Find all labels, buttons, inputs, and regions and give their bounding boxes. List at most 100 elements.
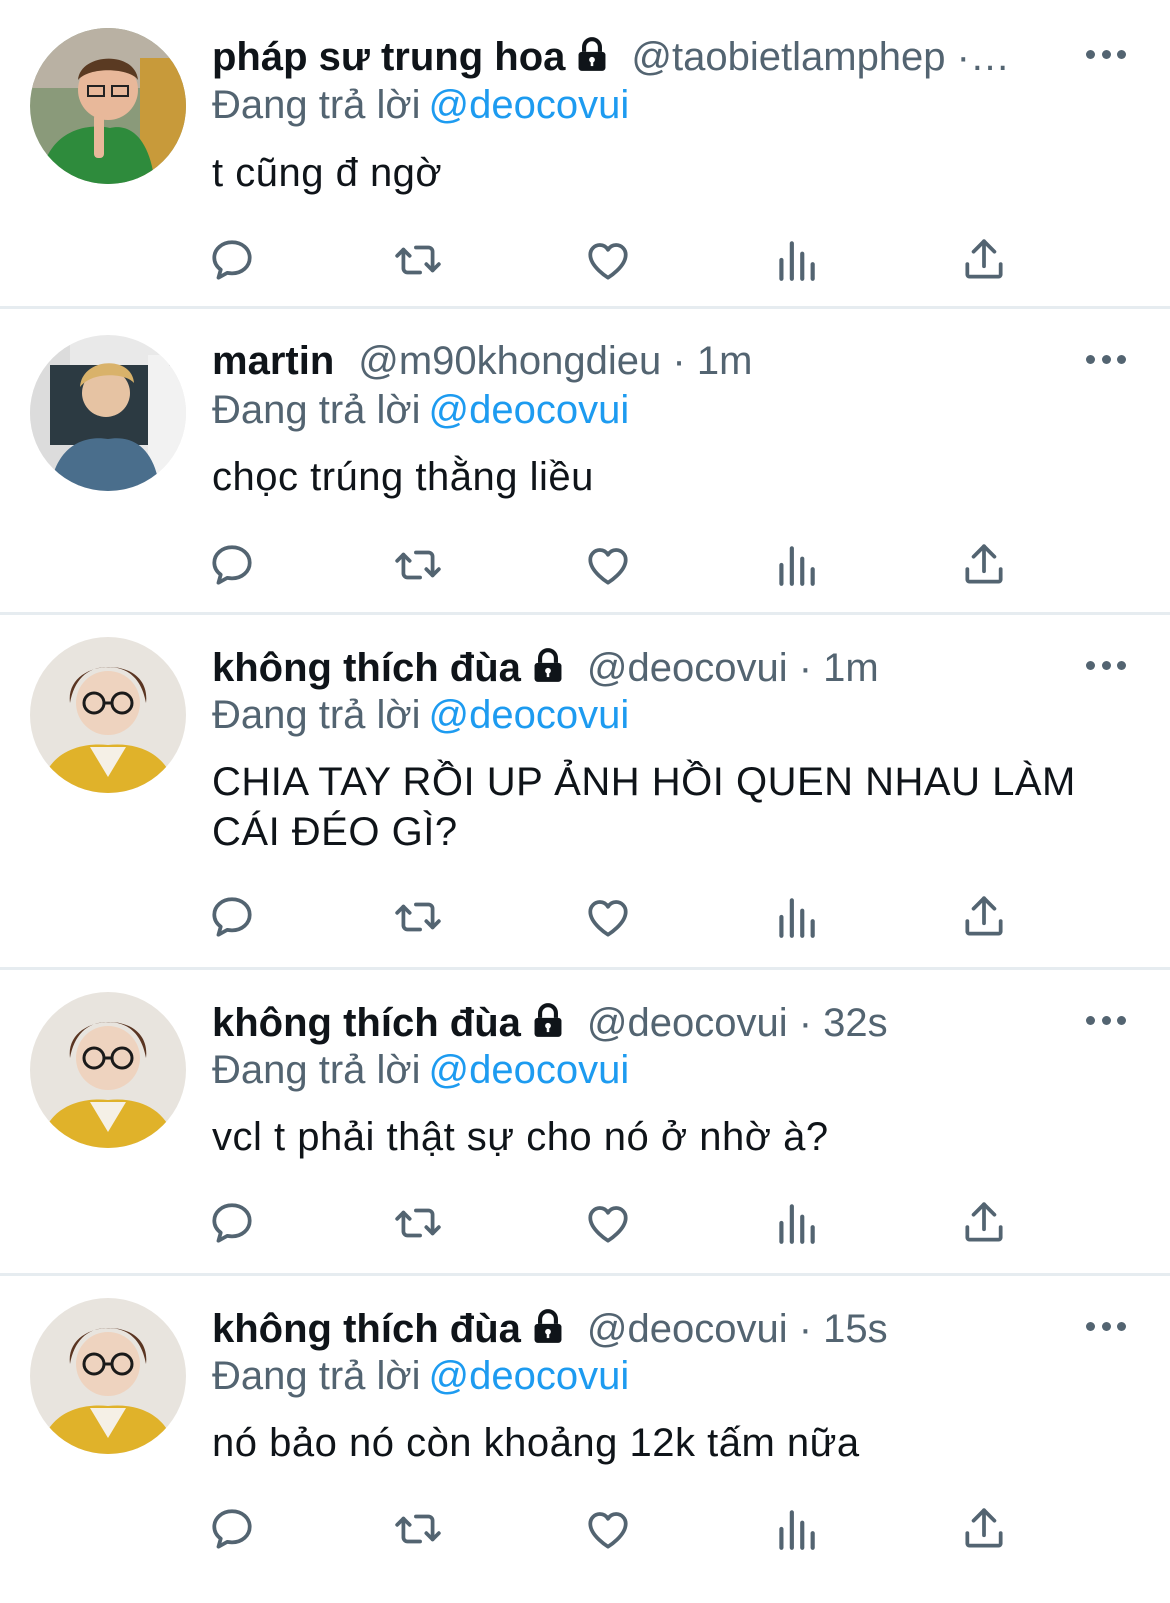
avatar[interactable] [30, 992, 186, 1148]
like-icon [583, 892, 633, 942]
reply-context: Đang trả lời @deocovui [212, 1045, 629, 1095]
more-options-button[interactable] [1086, 48, 1126, 60]
display-name[interactable]: không thích đùa [212, 1001, 521, 1045]
reply-button[interactable] [206, 539, 258, 591]
timestamp[interactable]: · 1m [672, 339, 752, 383]
user-handle[interactable]: @deocovui [587, 1001, 788, 1045]
views-button[interactable] [770, 234, 822, 286]
tweet-item[interactable]: không thích đùa @deocovui · 32s Đang trả … [0, 970, 1170, 1276]
like-button[interactable] [582, 234, 634, 286]
reply-icon [207, 540, 257, 590]
reply-prefix: Đang trả lời [212, 693, 421, 737]
action-bar [212, 234, 1032, 286]
avatar[interactable] [30, 1298, 186, 1454]
retweet-icon [393, 1504, 443, 1554]
dot-icon [1101, 1015, 1111, 1025]
like-button[interactable] [582, 1197, 634, 1249]
like-button[interactable] [582, 1503, 634, 1555]
views-icon [771, 540, 821, 590]
reply-mention-link[interactable]: @deocovui [429, 388, 630, 432]
timestamp[interactable]: · 1m [799, 646, 879, 690]
share-button[interactable] [958, 1197, 1010, 1249]
share-button[interactable] [958, 234, 1010, 286]
reply-mention-link[interactable]: @deocovui [429, 1048, 630, 1092]
like-button[interactable] [582, 539, 634, 591]
retweet-button[interactable] [392, 1503, 444, 1555]
dot-icon [1086, 354, 1095, 364]
user-handle[interactable]: @m90khongdieu [358, 339, 661, 383]
reply-icon [207, 892, 257, 942]
user-handle[interactable]: @taobietlamphep ·… [631, 35, 1010, 79]
more-options-button[interactable] [1086, 353, 1126, 365]
reply-icon [207, 1504, 257, 1554]
reply-context: Đang trả lời @deocovui [212, 80, 629, 130]
lock-icon [529, 1002, 567, 1040]
share-button[interactable] [958, 891, 1010, 943]
more-options-button[interactable] [1086, 659, 1126, 671]
share-button[interactable] [958, 1503, 1010, 1555]
dot-icon [1117, 49, 1126, 59]
avatar[interactable] [30, 335, 186, 491]
user-handle[interactable]: @deocovui [587, 1307, 788, 1351]
action-bar [212, 539, 1032, 591]
reply-mention-link[interactable]: @deocovui [429, 1354, 630, 1398]
dot-icon [1101, 49, 1111, 59]
timestamp[interactable]: · 32s [799, 1001, 888, 1045]
retweet-button[interactable] [392, 539, 444, 591]
views-button[interactable] [770, 1197, 822, 1249]
views-icon [771, 235, 821, 285]
more-options-button[interactable] [1086, 1320, 1126, 1332]
tweet-text: CHIA TAY RỒI UP ẢNH HỒI QUEN NHAU LÀM CÁ… [212, 760, 1076, 854]
avatar[interactable] [30, 28, 186, 184]
dot-icon [1086, 660, 1095, 670]
like-icon [583, 1504, 633, 1554]
reply-icon [207, 235, 257, 285]
avatar-image [30, 335, 186, 491]
reply-icon [207, 1198, 257, 1248]
tweet-text: t cũng đ ngờ [212, 151, 443, 195]
reply-button[interactable] [206, 234, 258, 286]
lock-icon [573, 36, 611, 74]
share-icon [959, 540, 1009, 590]
views-icon [771, 1504, 821, 1554]
avatar-image [30, 1298, 186, 1454]
display-name[interactable]: martin [212, 339, 334, 383]
reply-button[interactable] [206, 891, 258, 943]
retweet-icon [393, 235, 443, 285]
dot-icon [1086, 1321, 1095, 1331]
retweet-button[interactable] [392, 891, 444, 943]
views-button[interactable] [770, 891, 822, 943]
reply-prefix: Đang trả lời [212, 1048, 421, 1092]
display-name[interactable]: không thích đùa [212, 1307, 521, 1351]
share-button[interactable] [958, 539, 1010, 591]
like-button[interactable] [582, 891, 634, 943]
tweet-item[interactable]: martin @m90khongdieu · 1m Đang trả lời @de… [0, 309, 1170, 615]
reply-mention-link[interactable]: @deocovui [429, 693, 630, 737]
display-name[interactable]: pháp sư trung hoa [212, 35, 565, 79]
retweet-icon [393, 1198, 443, 1248]
retweet-icon [393, 540, 443, 590]
reply-button[interactable] [206, 1197, 258, 1249]
more-options-button[interactable] [1086, 1014, 1126, 1026]
dot-icon [1101, 354, 1111, 364]
tweet-item[interactable]: pháp sư trung hoa @taobietlamphep ·… Đang… [0, 0, 1170, 309]
avatar-image [30, 992, 186, 1148]
views-button[interactable] [770, 539, 822, 591]
user-handle[interactable]: @deocovui [587, 646, 788, 690]
avatar-image [30, 637, 186, 793]
tweet-item[interactable]: không thích đùa @deocovui · 15s Đang trả … [0, 1276, 1170, 1603]
timestamp[interactable]: · 15s [799, 1307, 888, 1351]
tweet-text: chọc trúng thằng liều [212, 455, 594, 499]
retweet-button[interactable] [392, 1197, 444, 1249]
views-button[interactable] [770, 1503, 822, 1555]
views-icon [771, 892, 821, 942]
dot-icon [1101, 660, 1111, 670]
display-name[interactable]: không thích đùa [212, 646, 521, 690]
reply-button[interactable] [206, 1503, 258, 1555]
like-icon [583, 540, 633, 590]
avatar[interactable] [30, 637, 186, 793]
retweet-button[interactable] [392, 234, 444, 286]
reply-mention-link[interactable]: @deocovui [429, 83, 630, 127]
action-bar [212, 1197, 1032, 1249]
tweet-item[interactable]: không thích đùa @deocovui · 1m Đang trả l… [0, 615, 1170, 970]
